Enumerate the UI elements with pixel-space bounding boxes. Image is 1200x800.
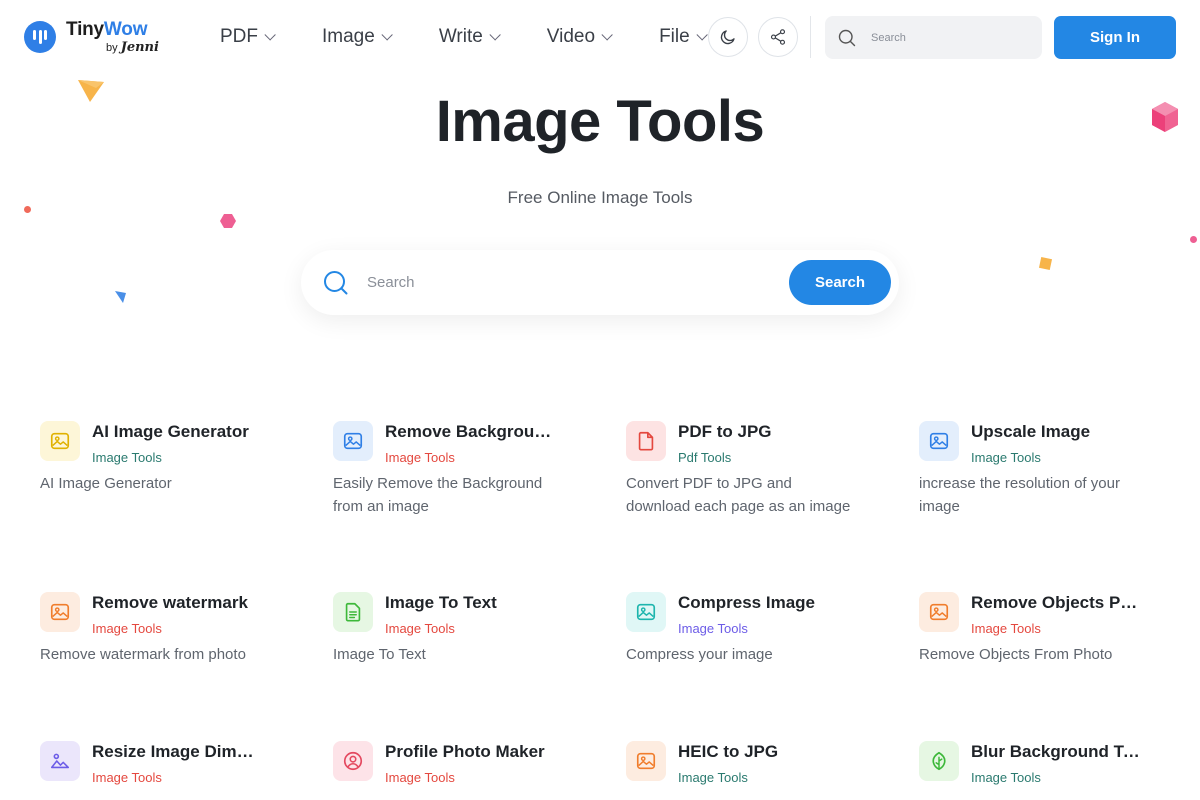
chevron-down-icon (489, 29, 501, 41)
share-button[interactable] (758, 17, 798, 57)
logo-byline: by Jenni (106, 40, 159, 55)
chevron-down-icon (264, 29, 276, 41)
tool-description: Image To Text (333, 646, 426, 663)
chevron-down-icon (601, 29, 613, 41)
tool-description: Remove Objects From Photo (919, 646, 1113, 663)
confetti-hex-decoration (220, 214, 236, 228)
logo-icon (24, 21, 56, 53)
tool-search-input[interactable]: Search (367, 274, 415, 291)
main-nav: PDF Image Write Video File (220, 26, 708, 48)
tool-category[interactable]: Image Tools (92, 621, 162, 636)
header-search-placeholder: Search (871, 31, 906, 44)
tool-title: HEIC to JPG (678, 742, 779, 761)
image-icon (919, 421, 959, 461)
tool-description: increase the resolution of your image (919, 475, 1120, 515)
tool-category[interactable]: Image Tools (971, 770, 1041, 785)
share-icon (770, 29, 786, 45)
image-icon (919, 592, 959, 632)
tool-description: Easily Remove the Background from an ima… (333, 475, 543, 515)
tool-title: AI Image Generator (92, 422, 249, 441)
tool-title: Compress Image (678, 593, 815, 612)
nav-pdf[interactable]: PDF (220, 26, 276, 48)
tool-title: Upscale Image (971, 422, 1091, 441)
tool-category[interactable]: Image Tools (385, 450, 455, 465)
tool-title: Remove Objects Photo (971, 593, 1141, 612)
site-header: TinyWow by Jenni PDF Image Write Video F… (0, 0, 1200, 76)
header-search-input[interactable]: Search (825, 16, 1042, 59)
nav-image[interactable]: Image (322, 26, 393, 48)
tool-title: Profile Photo Maker (385, 742, 545, 761)
image-icon (626, 741, 666, 781)
confetti-arrow-decoration (115, 291, 126, 303)
tool-category[interactable]: Pdf Tools (678, 450, 731, 465)
tool-title: Image To Text (385, 593, 497, 612)
tool-title: PDF to JPG (678, 422, 772, 441)
file-icon (626, 421, 666, 461)
nav-video[interactable]: Video (547, 26, 613, 48)
chevron-down-icon (696, 29, 708, 41)
tool-title: Remove watermark (92, 593, 248, 612)
moon-icon (720, 30, 735, 45)
tool-title: Blur Background Tool (971, 742, 1141, 761)
tool-category[interactable]: Image Tools (678, 621, 748, 636)
logo-title: TinyWow (66, 19, 148, 40)
tool-category[interactable]: Image Tools (678, 770, 748, 785)
tool-category[interactable]: Image Tools (971, 621, 1041, 636)
page-subtitle: Free Online Image Tools (507, 188, 693, 207)
nav-write[interactable]: Write (439, 26, 501, 48)
nav-file[interactable]: File (659, 26, 708, 48)
tool-category[interactable]: Image Tools (92, 770, 162, 785)
leaf-icon (919, 741, 959, 781)
search-button[interactable]: Search (789, 260, 891, 305)
user-circle-icon (333, 741, 373, 781)
tool-category[interactable]: Image Tools (385, 621, 455, 636)
tool-description: Remove watermark from photo (40, 646, 246, 663)
confetti-dot-decoration (1190, 236, 1197, 243)
tool-description: Convert PDF to JPG and download each pag… (626, 475, 851, 515)
search-icon (324, 270, 348, 294)
dark-mode-button[interactable] (708, 17, 748, 57)
sign-in-button[interactable]: Sign In (1054, 16, 1176, 59)
tool-search-bar: Search Search (301, 250, 899, 315)
header-divider (810, 16, 811, 58)
tool-category[interactable]: Image Tools (971, 450, 1041, 465)
tinywow-logo[interactable]: TinyWow by Jenni (24, 20, 159, 54)
image-icon (626, 592, 666, 632)
confetti-square-decoration (1038, 256, 1053, 271)
image-icon (40, 421, 80, 461)
landscape-icon (40, 741, 80, 781)
tool-category[interactable]: Image Tools (385, 770, 455, 785)
tool-description: Compress your image (626, 646, 773, 663)
tool-title: Resize Image Dimensions (92, 742, 262, 761)
image-icon (40, 592, 80, 632)
document-icon (333, 592, 373, 632)
page-title: Image Tools (435, 89, 765, 154)
tool-title: Remove Background (385, 422, 555, 441)
tool-description: AI Image Generator (40, 475, 172, 492)
tool-category[interactable]: Image Tools (92, 450, 162, 465)
search-icon (838, 29, 856, 46)
image-icon (333, 421, 373, 461)
chevron-down-icon (381, 29, 393, 41)
